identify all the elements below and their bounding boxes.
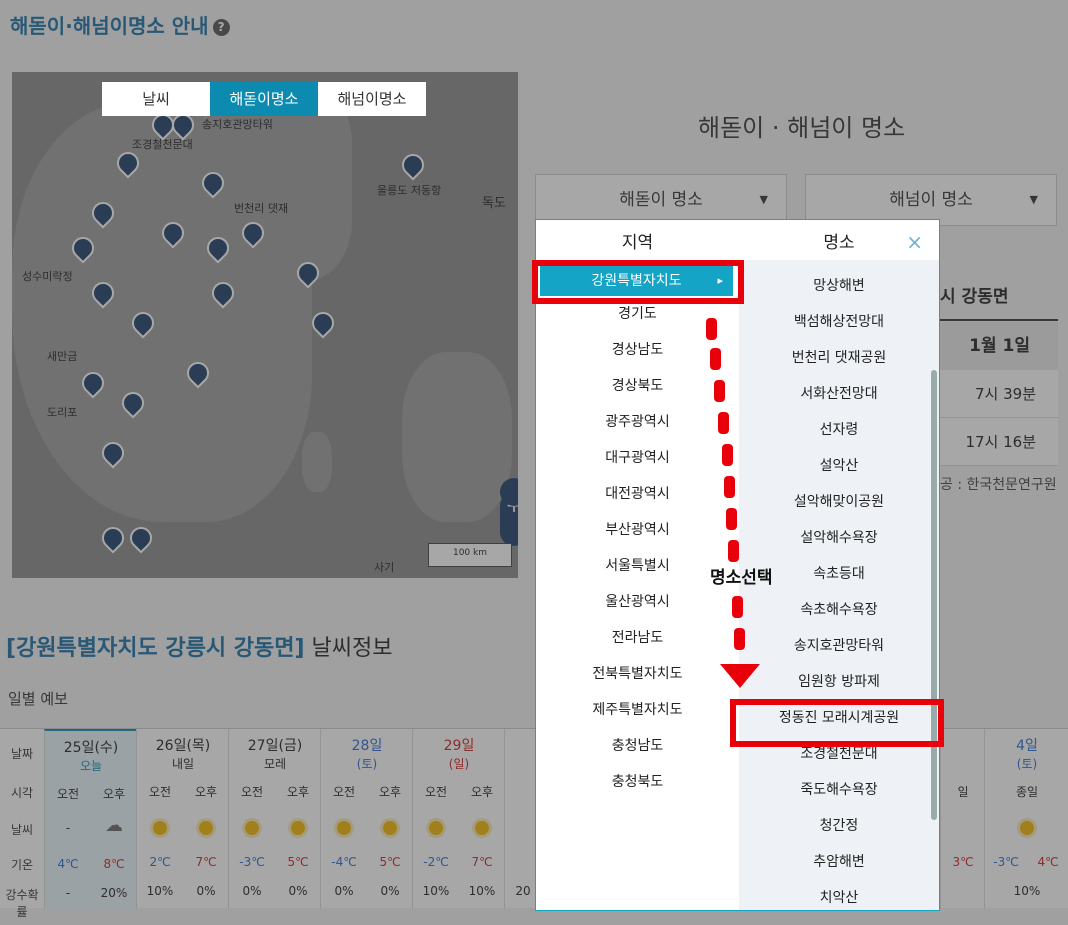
place-item[interactable]: 망상해변 xyxy=(739,268,939,304)
place-item[interactable]: 번천리 댓재공원 xyxy=(739,340,939,376)
arrow-dash xyxy=(734,628,745,650)
region-item[interactable]: 충청북도 xyxy=(536,764,739,800)
arrow-dash xyxy=(728,540,739,562)
highlight-place xyxy=(730,699,944,747)
arrow-dash xyxy=(710,348,721,370)
place-item[interactable]: 백섬해상전망대 xyxy=(739,304,939,340)
region-item[interactable]: 대구광역시 xyxy=(536,440,739,476)
close-icon[interactable]: × xyxy=(906,230,923,254)
place-item[interactable]: 임원항 방파제 xyxy=(739,664,939,700)
region-item[interactable]: 제주특별자치도 xyxy=(536,692,739,728)
region-item[interactable]: 울산광역시 xyxy=(536,584,739,620)
region-item[interactable]: 경상북도 xyxy=(536,368,739,404)
tab-weather[interactable]: 날씨 xyxy=(102,82,210,116)
region-list: 강원특별자치도 경기도 경상남도 경상북도 광주광역시 대구광역시 대전광역시 … xyxy=(536,260,739,800)
place-item[interactable]: 추암해변 xyxy=(739,844,939,880)
region-item[interactable]: 서울특별시 xyxy=(536,548,739,584)
arrow-dash xyxy=(722,444,733,466)
place-item[interactable]: 치악산 xyxy=(739,880,939,910)
scrollbar[interactable] xyxy=(931,370,937,820)
region-item[interactable]: 대전광역시 xyxy=(536,476,739,512)
place-item[interactable]: 설악해맞이공원 xyxy=(739,484,939,520)
arrow-dash xyxy=(724,476,735,498)
tab-sunset[interactable]: 해넘이명소 xyxy=(318,82,426,116)
arrow-dash xyxy=(718,412,729,434)
arrow-dash xyxy=(726,508,737,530)
place-item[interactable]: 서화산전망대 xyxy=(739,376,939,412)
highlight-region xyxy=(532,260,744,304)
place-item[interactable]: 선자령 xyxy=(739,412,939,448)
place-item[interactable]: 청간정 xyxy=(739,808,939,844)
arrow-head xyxy=(720,664,760,688)
arrow-dash xyxy=(714,380,725,402)
region-item[interactable]: 전북특별자치도 xyxy=(536,656,739,692)
place-item[interactable]: 죽도해수욕장 xyxy=(739,772,939,808)
place-item[interactable]: 속초해수욕장 xyxy=(739,592,939,628)
place-item[interactable]: 송지호관망타워 xyxy=(739,628,939,664)
region-header: 지역 xyxy=(621,233,654,253)
region-item[interactable]: 광주광역시 xyxy=(536,404,739,440)
region-item[interactable]: 전라남도 xyxy=(536,620,739,656)
arrow-dash xyxy=(706,318,717,340)
tab-sunrise[interactable]: 해돋이명소 xyxy=(210,82,318,116)
map-tabs: 날씨 해돋이명소 해넘이명소 xyxy=(102,82,426,116)
region-item[interactable]: 부산광역시 xyxy=(536,512,739,548)
arrow-dash xyxy=(732,596,743,618)
place-item[interactable]: 설악해수욕장 xyxy=(739,520,939,556)
annotation-label: 명소선택 xyxy=(710,568,773,588)
region-item[interactable]: 충청남도 xyxy=(536,728,739,764)
place-item[interactable]: 설악산 xyxy=(739,448,939,484)
